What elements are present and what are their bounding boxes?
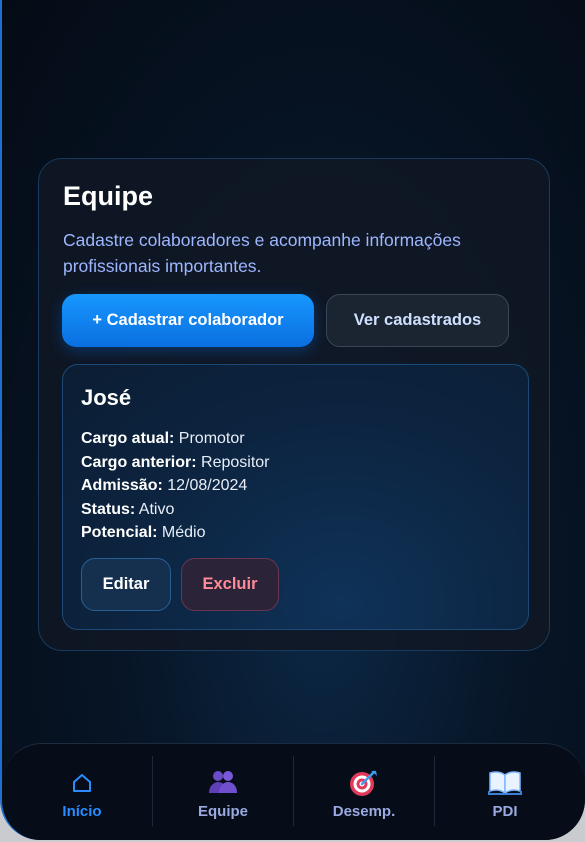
field-label: Potencial: (81, 524, 158, 541)
field-previous-role: Cargo anterior: Repositor (81, 451, 270, 475)
page-title: Equipe (63, 181, 154, 211)
field-label: Cargo atual: (81, 430, 175, 447)
field-admission-date: Admissão: 12/08/2024 (81, 474, 270, 498)
people-icon (207, 767, 239, 797)
field-value: Repositor (201, 453, 270, 471)
nav-label: PDI (492, 802, 518, 820)
nav-item-desempenho[interactable]: Desemp. (294, 756, 435, 826)
team-card: Equipe Cadastre colaboradores e acompanh… (38, 158, 550, 651)
field-potential: Potencial: Médio (81, 521, 270, 545)
field-value: Ativo (138, 500, 175, 518)
nav-item-inicio[interactable]: Início (12, 756, 153, 826)
bottom-nav: Início Equipe Desemp. PDI (2, 743, 585, 840)
delete-button[interactable]: Excluir (181, 558, 279, 611)
employee-name: José (81, 385, 132, 410)
add-employee-button[interactable]: + Cadastrar colaborador (62, 294, 314, 347)
field-value: Médio (161, 524, 206, 541)
field-label: Admissão: (81, 477, 163, 494)
nav-label: Início (62, 802, 102, 820)
nav-item-pdi[interactable]: PDI (435, 756, 575, 826)
employee-fields: Cargo atual: Promotor Cargo anterior: Re… (81, 427, 270, 545)
edit-button[interactable]: Editar (81, 558, 171, 611)
field-label: Status: (81, 500, 136, 518)
view-registered-button[interactable]: Ver cadastrados (326, 294, 509, 347)
field-current-role: Cargo atual: Promotor (81, 427, 270, 451)
app-screen: Equipe Cadastre colaboradores e acompanh… (0, 0, 585, 840)
nav-label: Desemp. (332, 802, 396, 820)
book-icon (488, 767, 522, 797)
home-icon (71, 767, 93, 797)
nav-item-equipe[interactable]: Equipe (153, 756, 294, 826)
field-value: 12/08/2024 (167, 477, 248, 494)
field-label: Cargo anterior: (81, 453, 197, 471)
page-subtitle: Cadastre colaboradores e acompanhe infor… (63, 230, 461, 276)
employee-card: José Cargo atual: Promotor Cargo anterio… (62, 364, 529, 630)
field-status: Status: Ativo (81, 498, 270, 522)
target-icon (349, 767, 379, 797)
nav-label: Equipe (197, 802, 248, 820)
field-value: Promotor (178, 430, 245, 447)
